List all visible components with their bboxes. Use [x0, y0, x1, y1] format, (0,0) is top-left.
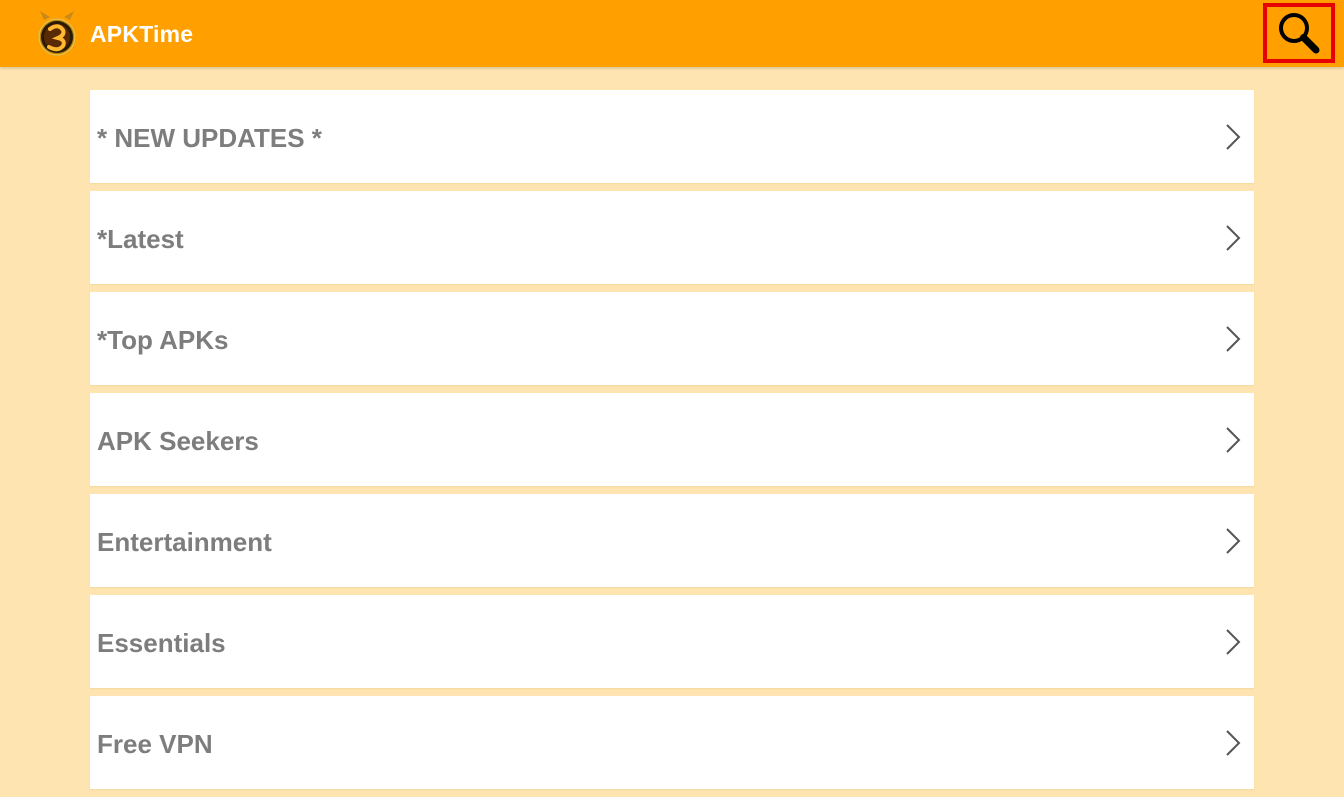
- category-label: Entertainment: [97, 527, 272, 557]
- category-latest[interactable]: *Latest: [90, 191, 1254, 284]
- chevron-right-icon: [1226, 528, 1241, 554]
- category-label: *Top APKs: [97, 325, 229, 355]
- search-button[interactable]: [1263, 3, 1335, 63]
- apktime-logo-icon: [34, 8, 80, 58]
- category-entertainment[interactable]: Entertainment: [90, 494, 1254, 587]
- category-label: * NEW UPDATES *: [97, 123, 322, 153]
- category-apk-seekers[interactable]: APK Seekers: [90, 393, 1254, 486]
- category-essentials[interactable]: Essentials: [90, 595, 1254, 688]
- category-free-vpn[interactable]: Free VPN: [90, 696, 1254, 789]
- search-icon: [1279, 13, 1320, 54]
- chevron-right-icon: [1226, 124, 1241, 150]
- app-bar: APKTime: [0, 0, 1344, 67]
- chevron-right-icon: [1226, 629, 1241, 655]
- chevron-right-icon: [1226, 730, 1241, 756]
- chevron-right-icon: [1226, 326, 1241, 352]
- app-title: APKTime: [90, 21, 194, 47]
- category-label: *Latest: [97, 224, 184, 254]
- chevron-right-icon: [1226, 225, 1241, 251]
- category-label: APK Seekers: [97, 426, 259, 456]
- chevron-right-icon: [1226, 427, 1241, 453]
- category-new-updates[interactable]: * NEW UPDATES *: [90, 90, 1254, 183]
- category-label: Free VPN: [97, 729, 213, 759]
- category-label: Essentials: [97, 628, 226, 658]
- category-top-apks[interactable]: *Top APKs: [90, 292, 1254, 385]
- category-list: * NEW UPDATES * *Latest *Top APKs APK Se…: [90, 90, 1254, 797]
